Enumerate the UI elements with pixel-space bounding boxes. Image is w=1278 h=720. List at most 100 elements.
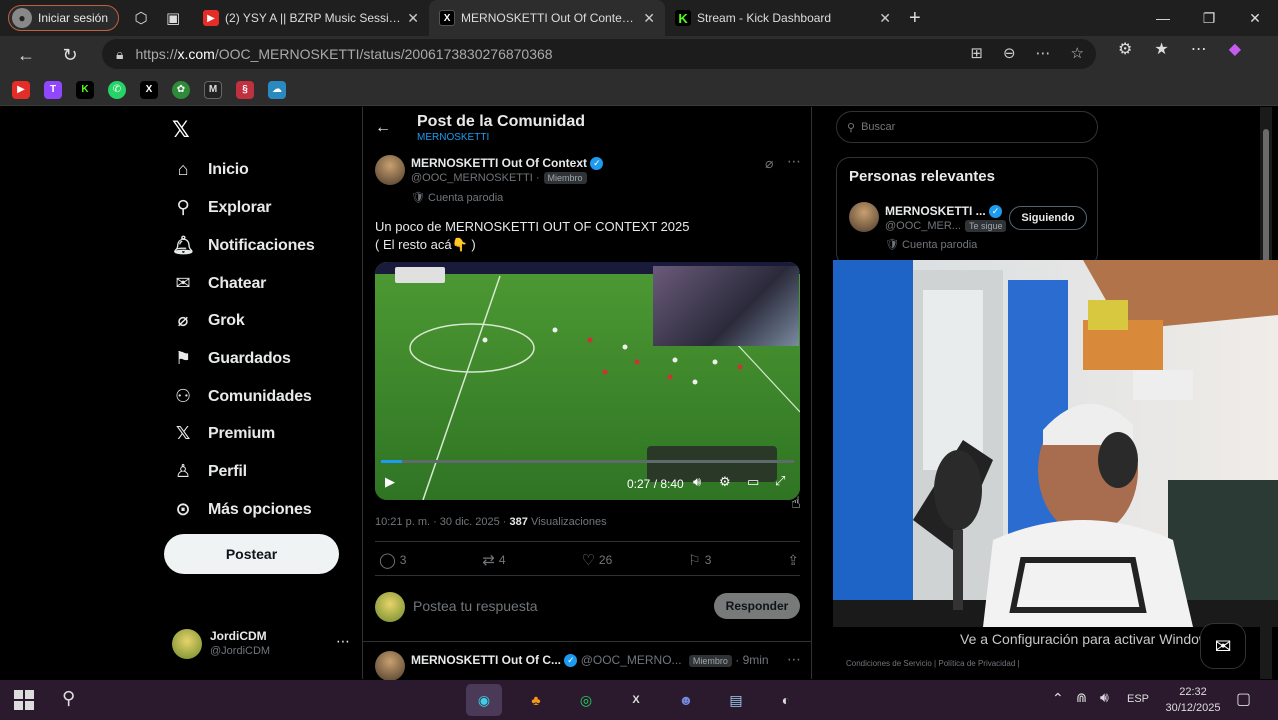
video-player[interactable]: ▶ 0:27 / 8:40 🔊︎ ⚙ ▭ ⤢ [375,262,800,500]
avatar [375,592,405,622]
whatsapp-bookmark-icon[interactable]: ✆ [108,80,126,99]
nav-bookmarks[interactable]: ⚑ Guardados [172,348,291,369]
close-icon[interactable]: ✕ [643,10,655,27]
post-button[interactable]: Postear [164,534,339,574]
favorites-icon[interactable]: ★ [1154,39,1168,59]
nav-profile[interactable]: ♙ Perfil [172,461,247,482]
tray-chevron-icon[interactable]: ⌃ [1052,690,1064,707]
nav-explore[interactable]: ⚲ Explorar [172,197,272,218]
post-more-icon[interactable]: ⋯ [787,651,801,668]
browser-tools: ⚙ ★ ⋯ ◆ [1118,39,1241,59]
reload-icon[interactable]: ↻ [52,37,88,73]
discord-app-icon[interactable]: ☻ [668,684,704,716]
share-button[interactable]: ⇪ [787,551,799,569]
nav-label: Más opciones [208,500,312,518]
repost-button[interactable]: ⇄ 4 [482,551,505,569]
person-name[interactable]: MERNOSKETTI ... ✓ [885,204,1003,219]
nav-more[interactable]: ⊙ Más opciones [172,499,312,520]
pip-icon[interactable]: ▭ [747,474,759,490]
profile-button[interactable]: ● Iniciar sesión [8,5,120,31]
play-icon[interactable]: ▶ [385,474,395,490]
game-bookmark-icon[interactable]: ✿ [172,80,190,99]
nav-communities[interactable]: ⚇ Comunidades [172,386,312,407]
bookmark-button[interactable]: ⚐ 3 [688,551,711,569]
red-bookmark-icon[interactable]: § [236,80,254,99]
back-icon[interactable]: ← [8,37,44,73]
avatar[interactable] [849,202,879,232]
avatar[interactable] [375,155,405,185]
search-icon[interactable]: ⚲ [62,688,75,709]
grok-icon[interactable]: ⌀ [765,155,773,172]
edge-app-icon[interactable]: ◉ [466,684,502,716]
twitch-bookmark-icon[interactable]: T [44,80,62,99]
following-button[interactable]: Siguiendo [1009,206,1087,230]
nav-label: Premium [208,424,276,442]
nav-home[interactable]: ⌂ Inicio [172,159,249,180]
nav-grok[interactable]: ⌀ Grok [172,310,245,331]
divider [363,641,811,642]
privacy-link[interactable]: Política de Privacidad [938,659,1015,668]
settings-icon[interactable]: ⚙ [719,474,731,490]
copilot-icon[interactable]: ◆ [1229,39,1241,59]
minimize-icon[interactable]: — [1140,0,1186,36]
tab-actions-icon[interactable]: ▣ [159,4,187,32]
restore-icon[interactable]: ❐ [1186,0,1232,36]
clock[interactable]: 22:32 30/12/2025 [1160,684,1226,716]
windows-start-icon[interactable] [14,690,34,710]
back-arrow-icon[interactable]: ← [375,119,391,137]
more-icon[interactable]: ⋯ [336,633,350,650]
close-icon[interactable]: ✕ [879,10,891,27]
account-switcher[interactable]: JordiCDM @JordiCDM ⋯ [172,627,354,663]
language-indicator[interactable]: ESP [1127,693,1149,705]
nav-notifications[interactable]: 🔔︎ Notificaciones [172,235,315,256]
youtube-bookmark-icon[interactable]: ▶ [12,80,30,99]
x-bookmark-icon[interactable]: X [140,80,158,99]
wifi-icon[interactable]: ⋒ [1076,690,1087,706]
scoreboard [395,267,445,283]
nav-chat[interactable]: ✉ Chatear [172,273,267,294]
terms-link[interactable]: Condiciones de Servicio [846,659,932,668]
workspaces-icon[interactable]: ⬡ [127,4,155,32]
favorite-star-icon[interactable]: ☆ [1071,44,1084,62]
obs-app-icon[interactable]: ◐ [768,684,804,716]
bookmark-icon: ⚐ [688,551,701,568]
tab-title: (2) YSY A || BZRP Music Sessions # [225,11,402,25]
m-bookmark-icon[interactable]: M [204,80,222,99]
nav-premium[interactable]: 𝕏 Premium [172,423,275,444]
post-more-icon[interactable]: ⋯ [787,153,801,170]
reply-button[interactable]: Responder [714,593,800,619]
new-tab-icon[interactable]: + [909,7,921,30]
menu-icon[interactable]: ⋯ [1191,39,1207,59]
notifications-icon[interactable]: ▢ [1236,689,1251,709]
video-progress[interactable] [381,460,794,463]
volume-icon[interactable]: 🔊︎ [1100,689,1109,706]
messages-fab[interactable]: ✉ [1200,623,1246,669]
tab-youtube[interactable]: ▶ (2) YSY A || BZRP Music Sessions # ✕ [193,0,429,36]
reply-input[interactable]: Postea tu respuesta [413,598,538,614]
close-icon[interactable]: ✕ [407,10,419,27]
author-name[interactable]: MERNOSKETTI Out Of Context ✓ [411,156,604,171]
window-close-icon[interactable]: ✕ [1232,0,1278,36]
reply-button[interactable]: ◯ 3 [379,551,406,569]
like-button[interactable]: ♡ 26 [581,551,612,569]
cloud-bookmark-icon[interactable]: ☁ [268,80,286,99]
apps-icon[interactable]: ⊞ [970,44,983,62]
author-name[interactable]: MERNOSKETTI Out Of C... [411,653,561,667]
xsplit-app-icon[interactable]: X [618,684,654,716]
tab-x[interactable]: X MERNOSKETTI Out Of Context en ✕ [429,0,666,36]
x-logo-icon[interactable]: 𝕏 [172,117,190,143]
spotify-app-icon[interactable]: ◎ [568,684,604,716]
fullscreen-icon[interactable]: ⤢ [775,473,785,489]
address-bar[interactable]: 🔒︎ https://x.com/OOC_MERNOSKETTI/status/… [102,39,1096,69]
fl-studio-app-icon[interactable]: ♣ [518,684,554,716]
copilot-tools-icon[interactable]: ⚙ [1118,39,1132,59]
zoom-icon[interactable]: ⊖ [1003,44,1016,62]
kick-bookmark-icon[interactable]: K [76,80,94,99]
search-input[interactable]: ⚲ Buscar [836,111,1098,143]
more-icon[interactable]: ⋯ [1036,44,1051,62]
tab-kick[interactable]: K Stream - Kick Dashboard ✕ [665,0,901,36]
community-link[interactable]: MERNOSKETTI [417,132,489,143]
notepad-app-icon[interactable]: ▤ [718,684,754,716]
volume-icon[interactable]: 🔊︎ [693,474,701,490]
avatar[interactable] [375,651,405,681]
